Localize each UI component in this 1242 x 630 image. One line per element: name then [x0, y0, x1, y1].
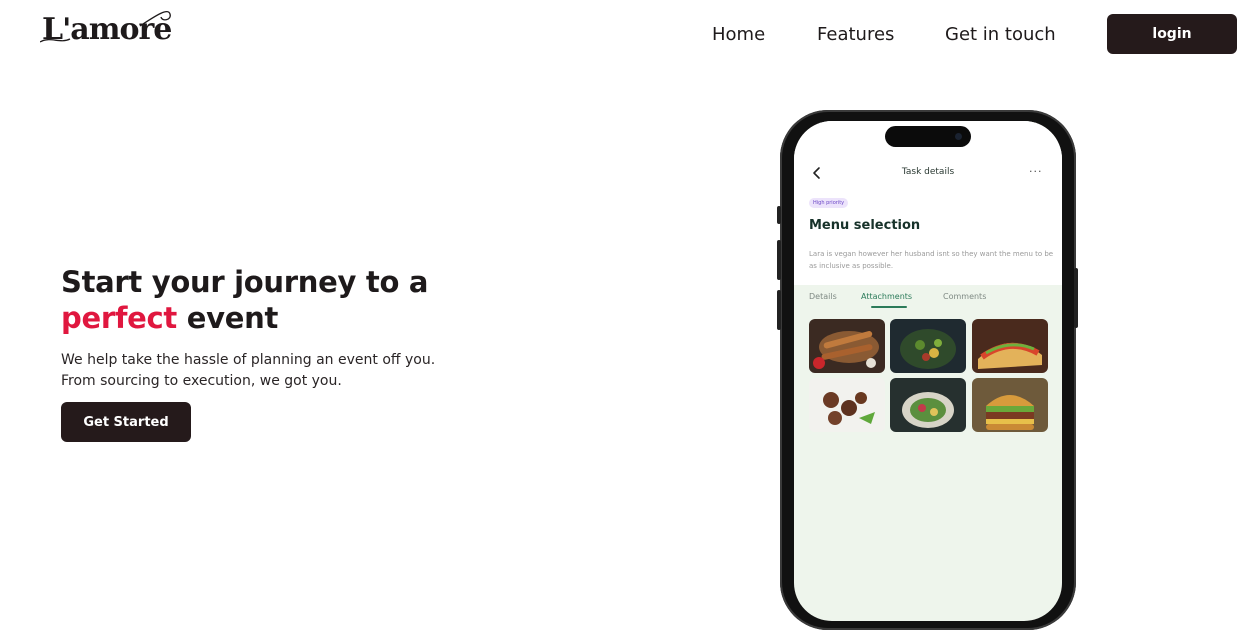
- brand-logo[interactable]: L'amore: [40, 6, 185, 50]
- hero-subtitle-line2: From sourcing to execution, we got you.: [61, 373, 342, 389]
- phone-side-button: [777, 240, 781, 280]
- nav-home[interactable]: Home: [712, 24, 765, 45]
- attachment-thumbnail[interactable]: [890, 378, 966, 432]
- attachment-thumbnail[interactable]: [809, 378, 885, 432]
- phone-side-button: [777, 290, 781, 330]
- hero-subtitle: We help take the hassle of planning an e…: [61, 350, 435, 392]
- attachment-thumbnail[interactable]: [890, 319, 966, 373]
- hero-title-rest: event: [176, 301, 279, 335]
- dynamic-island: [885, 126, 971, 147]
- attachment-thumbnail[interactable]: [809, 319, 885, 373]
- logo-swash-icon: [40, 11, 171, 43]
- hero-title: Start your journey to a perfect event: [61, 264, 428, 336]
- task-title: Menu selection: [809, 218, 921, 233]
- hero-subtitle-line1: We help take the hassle of planning an e…: [61, 352, 436, 368]
- tab-attachments[interactable]: Attachments: [861, 292, 912, 301]
- phone-side-button: [1074, 268, 1078, 328]
- hero-title-accent: perfect: [61, 301, 177, 335]
- nav-get-in-touch[interactable]: Get in touch: [945, 24, 1056, 45]
- phone-side-button: [777, 206, 781, 224]
- priority-badge: High priority: [809, 198, 849, 208]
- task-description: Lara is vegan however her husband isnt s…: [809, 250, 1054, 270]
- tab-comments[interactable]: Comments: [943, 292, 986, 301]
- login-button[interactable]: login: [1107, 14, 1237, 54]
- attachment-thumbnail[interactable]: [972, 378, 1048, 432]
- active-tab-indicator: [871, 306, 907, 308]
- nav-features[interactable]: Features: [817, 24, 894, 45]
- more-horizontal-icon[interactable]: ···: [1029, 165, 1043, 178]
- camera-icon: [955, 133, 962, 140]
- screen-title: Task details: [901, 167, 955, 177]
- phone-screen: Task details ··· High priority Menu sele…: [794, 121, 1062, 621]
- attachment-thumbnail[interactable]: [972, 319, 1048, 373]
- tab-details[interactable]: Details: [809, 292, 837, 301]
- hero-title-line1: Start your journey to a: [61, 265, 429, 299]
- get-started-button[interactable]: Get Started: [61, 402, 191, 442]
